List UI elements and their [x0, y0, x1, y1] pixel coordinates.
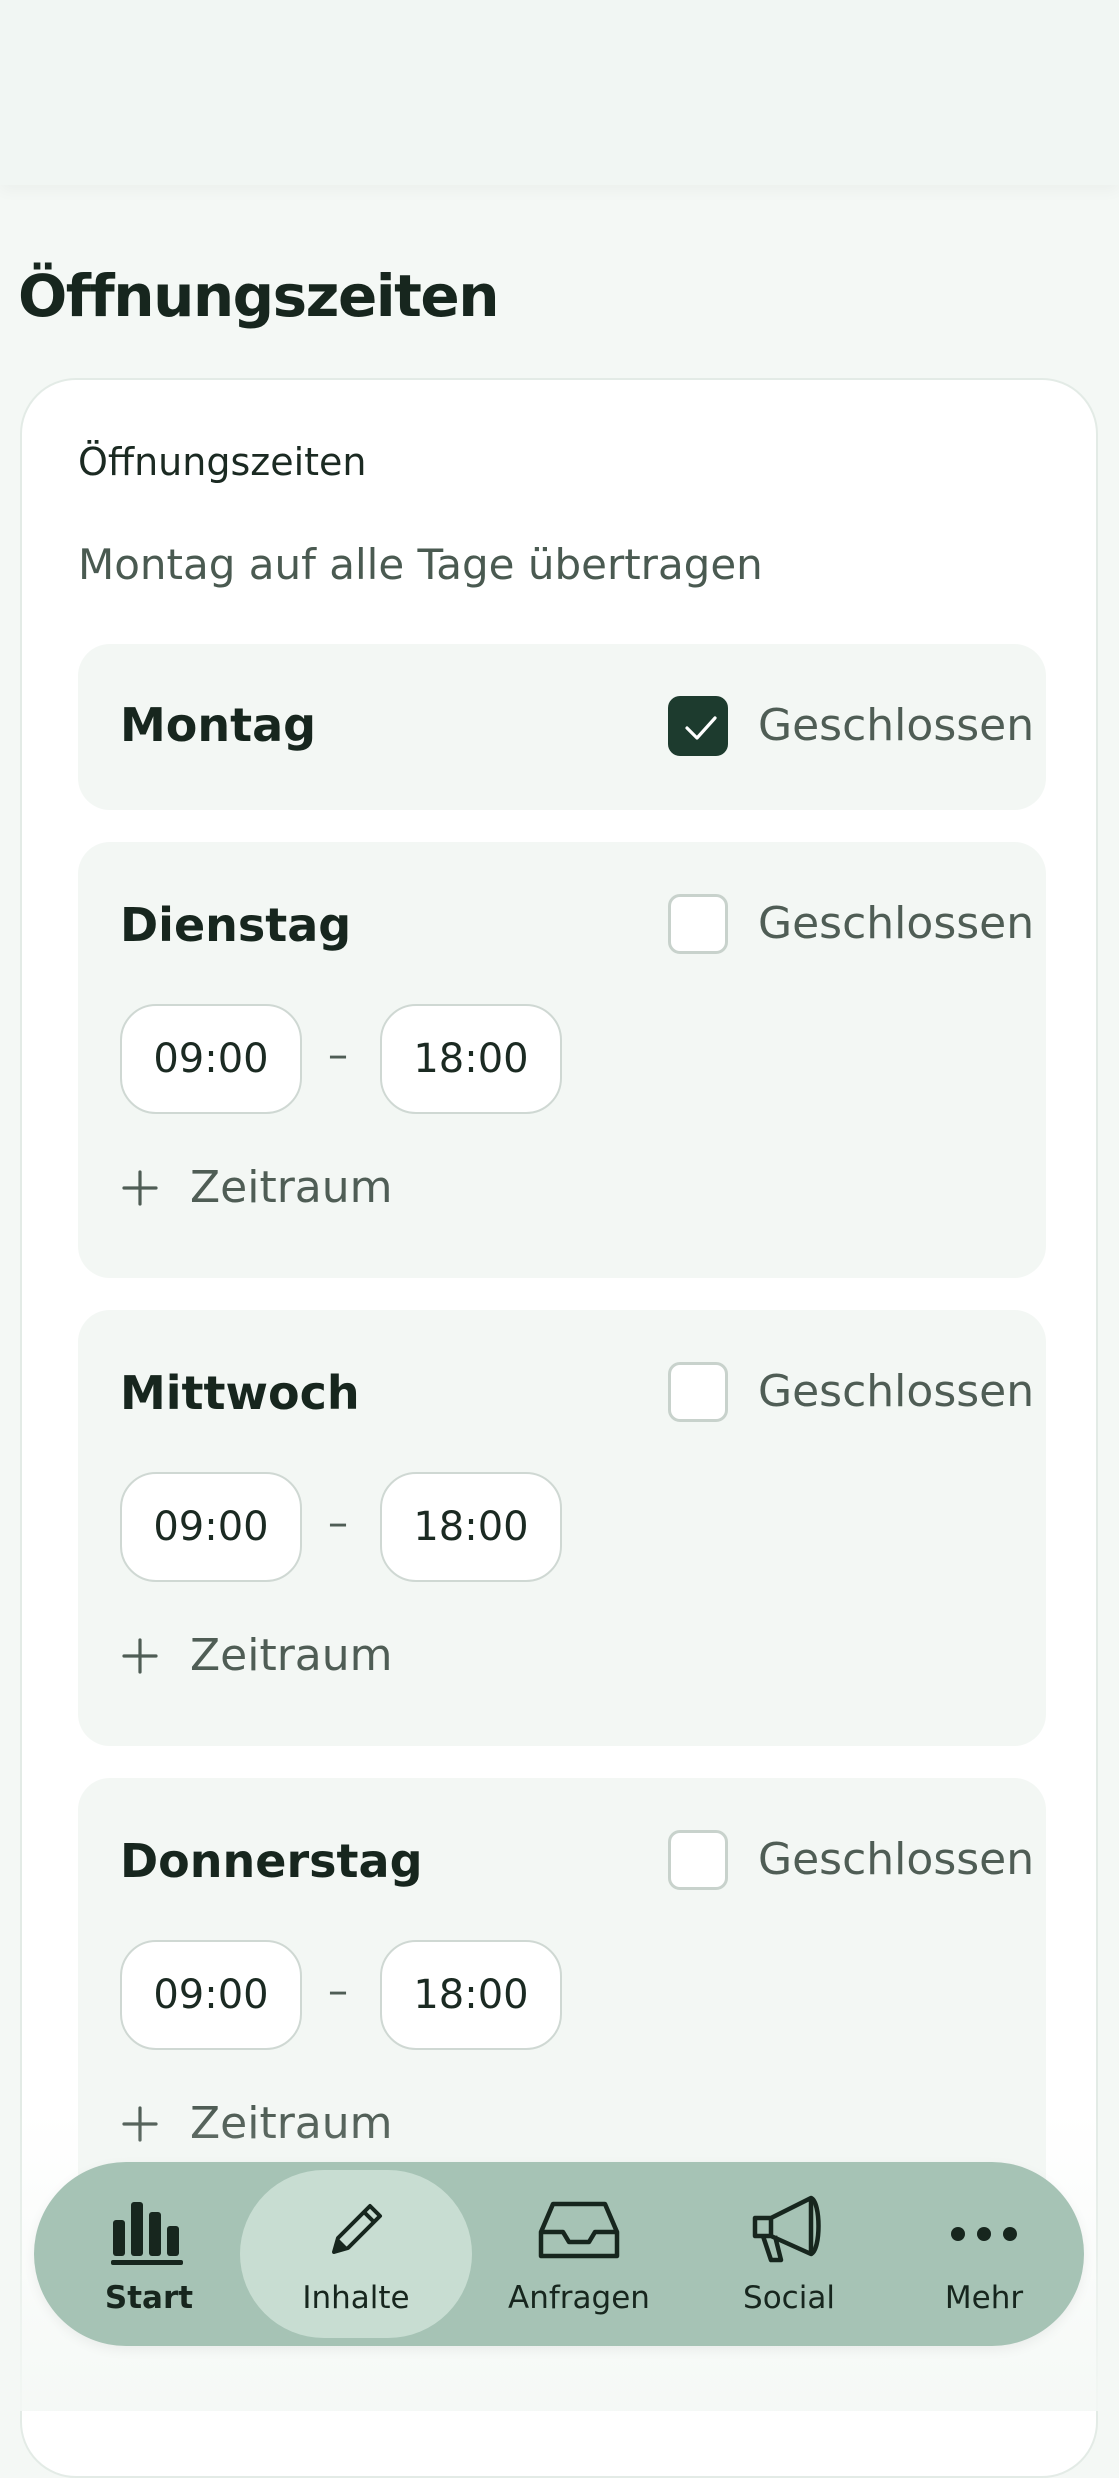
nav-label: Mehr: [944, 2280, 1024, 2316]
closed-checkbox[interactable]: [668, 1830, 728, 1890]
add-time-range-label: Zeitraum: [190, 1630, 393, 1681]
more-icon: [951, 2227, 1017, 2241]
day-row-wednesday: Mittwoch Geschlossen 09:00 – 18:00 Zeitr…: [78, 1310, 1046, 1746]
copy-monday-to-all-link[interactable]: Montag auf alle Tage übertragen: [78, 540, 763, 589]
card-title: Öffnungszeiten: [78, 440, 367, 484]
nav-item-anfragen[interactable]: Anfragen: [484, 2162, 674, 2346]
add-time-range-button[interactable]: Zeitraum: [120, 1160, 420, 1220]
closed-toggle[interactable]: Geschlossen: [668, 1362, 1034, 1422]
closed-label: Geschlossen: [758, 1834, 1035, 1885]
time-separator: –: [328, 1968, 348, 2014]
nav-item-mehr[interactable]: Mehr: [904, 2162, 1064, 2346]
closed-toggle[interactable]: Geschlossen: [668, 696, 1034, 756]
closed-checkbox[interactable]: [668, 1362, 728, 1422]
closed-toggle[interactable]: Geschlossen: [668, 1830, 1034, 1890]
start-time-input[interactable]: 09:00: [120, 1472, 302, 1582]
day-row-monday: Montag Geschlossen: [78, 644, 1046, 810]
nav-item-social[interactable]: Social: [694, 2162, 884, 2346]
nav-label: Social: [743, 2280, 835, 2316]
bar-chart-icon: [111, 2202, 183, 2265]
day-name: Dienstag: [120, 898, 352, 952]
add-time-range-button[interactable]: Zeitraum: [120, 1628, 420, 1688]
start-time-input[interactable]: 09:00: [120, 1004, 302, 1114]
inbox-icon: [538, 2201, 620, 2259]
closed-checkbox[interactable]: [668, 894, 728, 954]
day-row-tuesday: Dienstag Geschlossen 09:00 – 18:00 Zeitr…: [78, 842, 1046, 1278]
plus-icon: [122, 1638, 158, 1674]
day-name: Montag: [120, 698, 317, 752]
plus-icon: [122, 1170, 158, 1206]
nav-label: Anfragen: [508, 2280, 650, 2316]
megaphone-icon: [752, 2195, 821, 2263]
closed-toggle[interactable]: Geschlossen: [668, 894, 1034, 954]
day-name: Donnerstag: [120, 1834, 423, 1888]
nav-item-start[interactable]: Start: [74, 2162, 224, 2346]
closed-checkbox[interactable]: [668, 696, 728, 756]
closed-label: Geschlossen: [758, 898, 1035, 949]
check-icon: [685, 716, 717, 740]
start-time-input[interactable]: 09:00: [120, 1940, 302, 2050]
end-time-input[interactable]: 18:00: [380, 1940, 562, 2050]
day-name: Mittwoch: [120, 1366, 360, 1420]
closed-label: Geschlossen: [758, 1366, 1035, 1417]
end-time-input[interactable]: 18:00: [380, 1004, 562, 1114]
nav-label: Inhalte: [302, 2280, 410, 2316]
top-app-bar: [0, 0, 1119, 185]
time-separator: –: [328, 1032, 348, 1078]
nav-label: Start: [104, 2280, 194, 2316]
pencil-icon: [332, 2204, 382, 2254]
nav-item-inhalte[interactable]: Inhalte: [240, 2162, 472, 2346]
bottom-navigation: Start Inhalte Anfragen Social Mehr: [34, 2162, 1084, 2346]
page-title: Öffnungszeiten: [18, 262, 500, 330]
closed-label: Geschlossen: [758, 700, 1035, 751]
end-time-input[interactable]: 18:00: [380, 1472, 562, 1582]
time-separator: –: [328, 1500, 348, 1546]
add-time-range-label: Zeitraum: [190, 1162, 393, 1213]
